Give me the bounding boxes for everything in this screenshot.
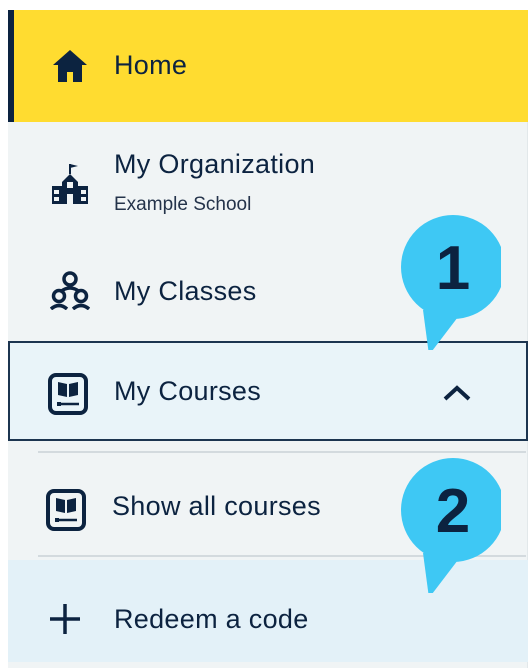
nav-item-my-classes-label: My Classes [114, 276, 257, 306]
plus-icon [50, 604, 80, 634]
nav-item-my-courses[interactable]: My Courses [8, 341, 528, 441]
nav-item-my-organization-label: My Organization [114, 149, 316, 179]
school-building-icon [52, 164, 88, 204]
nav-item-redeem-code-label: Redeem a code [114, 604, 309, 634]
callout-number-1: 1 [436, 234, 470, 303]
book-icon [48, 373, 88, 415]
nav-item-home-label: Home [114, 50, 188, 80]
callout-badge-2: 2 [401, 458, 501, 593]
people-group-icon [50, 271, 90, 310]
callout-badge-1: 1 [401, 215, 501, 350]
chevron-up-icon[interactable] [442, 384, 472, 402]
nav-item-my-courses-label: My Courses [114, 376, 262, 406]
callout-number-2: 2 [436, 477, 470, 546]
organization-name: Example School [114, 194, 252, 215]
book-icon [46, 489, 86, 531]
nav-item-home[interactable]: Home [8, 10, 528, 122]
home-icon [53, 50, 87, 82]
nav-item-show-all-courses-label: Show all courses [112, 491, 321, 521]
